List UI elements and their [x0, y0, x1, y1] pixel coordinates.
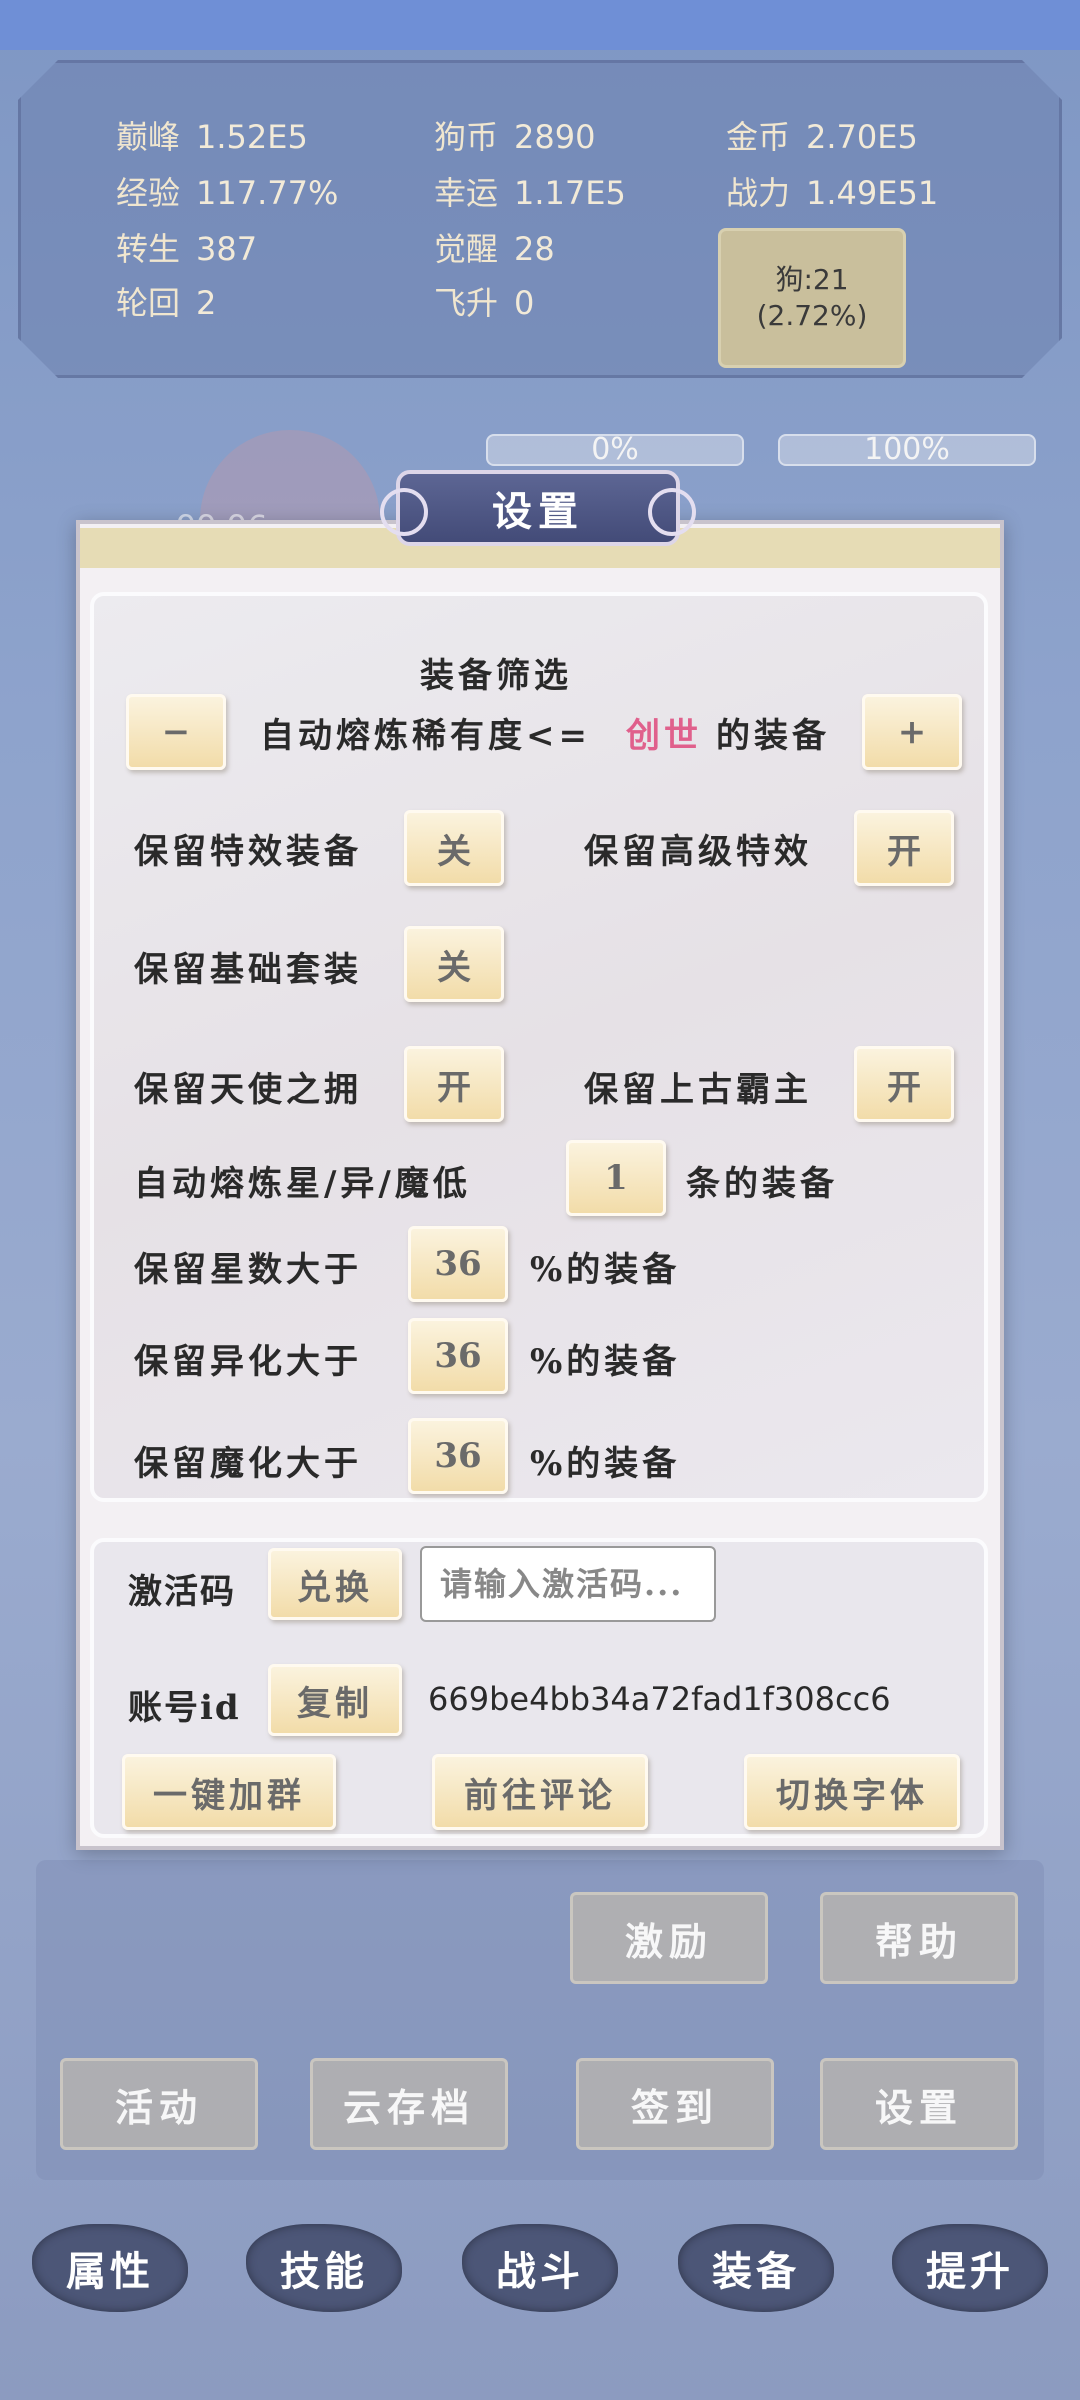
settings-button[interactable]: 设置 [820, 2058, 1018, 2150]
keep-demon-suffix: %的装备 [530, 1444, 681, 1484]
copy-button[interactable]: 复制 [268, 1664, 402, 1736]
keep-star-suffix: %的装备 [530, 1250, 681, 1290]
dog-percent: (2.72%) [756, 299, 868, 332]
activation-code-label: 激活码 [128, 1572, 236, 1612]
stat-peak: 巅峰 1.52E5 [116, 118, 308, 156]
cloud-save-button[interactable]: 云存档 [310, 2058, 508, 2150]
review-button[interactable]: 前往评论 [432, 1754, 648, 1830]
nav-battle[interactable]: 战斗 [462, 2218, 618, 2318]
progress-bar-left: 0% [486, 434, 744, 466]
nav-skills[interactable]: 技能 [246, 2218, 402, 2318]
keep-demon-label: 保留魔化大于 [134, 1444, 362, 1484]
help-button[interactable]: 帮助 [820, 1892, 1018, 1984]
activity-button[interactable]: 活动 [60, 2058, 258, 2150]
keep-effect-toggle[interactable]: 关 [404, 810, 504, 886]
keep-mutate-suffix: %的装备 [530, 1342, 681, 1382]
stat-ascend: 飞升 0 [434, 284, 535, 322]
auto-smelt-rarity-label: 自动熔炼稀有度<= [260, 716, 591, 756]
keep-angel-label: 保留天使之拥 [134, 1070, 362, 1110]
auto-smelt-star-input[interactable]: 1 [566, 1140, 666, 1216]
keep-basic-set-toggle[interactable]: 关 [404, 926, 504, 1002]
keep-mutate-label: 保留异化大于 [134, 1342, 362, 1382]
stat-dogcoin: 狗币 2890 [434, 118, 596, 156]
auto-smelt-star-label: 自动熔炼星/异/魔低 [134, 1164, 471, 1204]
increase-rarity-button[interactable]: + [862, 694, 962, 770]
stat-power: 战力 1.49E51 [726, 174, 939, 212]
nav-upgrade[interactable]: 提升 [892, 2218, 1048, 2318]
stat-luck: 幸运 1.17E5 [434, 174, 626, 212]
keep-ancient-toggle[interactable]: 开 [854, 1046, 954, 1122]
activation-code-input[interactable]: 请输入激活码... [420, 1546, 716, 1622]
decrease-rarity-button[interactable]: − [126, 694, 226, 770]
progress-bar-right: 100% [778, 434, 1036, 466]
stat-gold: 金币 2.70E5 [726, 118, 918, 156]
stat-exp: 经验 117.77% [116, 174, 339, 212]
stat-awaken: 觉醒 28 [434, 230, 555, 268]
redeem-button[interactable]: 兑换 [268, 1548, 402, 1620]
keep-adv-effect-label: 保留高级特效 [584, 832, 812, 872]
incentive-button[interactable]: 激励 [570, 1892, 768, 1984]
keep-angel-toggle[interactable]: 开 [404, 1046, 504, 1122]
nav-equipment[interactable]: 装备 [678, 2218, 834, 2318]
keep-ancient-label: 保留上古霸主 [584, 1070, 812, 1110]
keep-effect-label: 保留特效装备 [134, 832, 362, 872]
account-id-value: 669be4bb34a72fad1f308cc6 [428, 1680, 891, 1718]
section-title: 装备筛选 [420, 656, 572, 696]
auto-smelt-star-suffix: 条的装备 [686, 1164, 838, 1204]
switch-font-button[interactable]: 切换字体 [744, 1754, 960, 1830]
keep-demon-input[interactable]: 36 [408, 1418, 508, 1494]
keep-adv-effect-toggle[interactable]: 开 [854, 810, 954, 886]
keep-star-input[interactable]: 36 [408, 1226, 508, 1302]
nav-attributes[interactable]: 属性 [32, 2218, 188, 2318]
account-id-label: 账号id [128, 1688, 241, 1728]
checkin-button[interactable]: 签到 [576, 2058, 774, 2150]
rarity-value: 创世 [626, 716, 702, 756]
stat-cycle: 轮回 2 [116, 284, 217, 322]
stat-rebirth: 转生 387 [116, 230, 258, 268]
join-group-button[interactable]: 一键加群 [122, 1754, 336, 1830]
auto-smelt-rarity-suffix: 的装备 [716, 716, 830, 756]
dog-count: 狗:21 [775, 263, 849, 296]
dog-button[interactable]: 狗:21 (2.72%) [718, 228, 906, 368]
keep-mutate-input[interactable]: 36 [408, 1318, 508, 1394]
keep-basic-set-label: 保留基础套装 [134, 950, 362, 990]
top-strip [0, 0, 1080, 50]
keep-star-label: 保留星数大于 [134, 1250, 362, 1290]
modal-title: 设置 [380, 470, 696, 546]
